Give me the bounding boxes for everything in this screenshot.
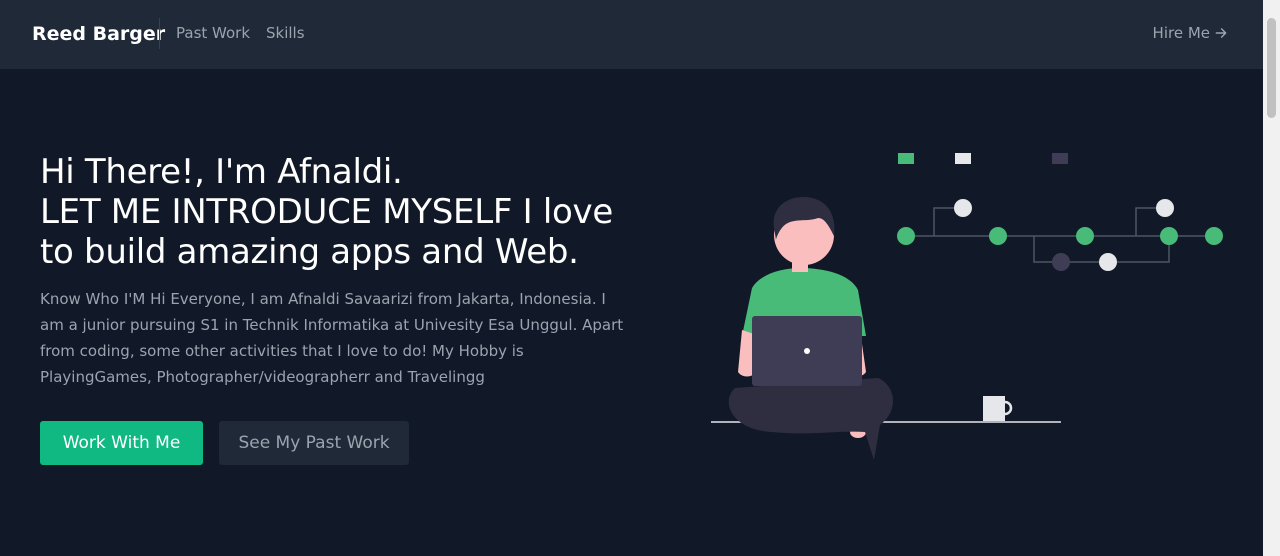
brand-logo[interactable]: Reed Barger (32, 20, 165, 48)
work-with-me-button[interactable]: Work With Me (40, 421, 203, 465)
person-with-laptop (728, 197, 893, 460)
coffee-mug-icon (983, 396, 1013, 421)
hire-me-button[interactable]: Hire Me (1153, 22, 1228, 44)
nav-link-skills[interactable]: Skills (266, 22, 305, 44)
network-diagram (897, 153, 1223, 271)
developer-illustration (711, 153, 1223, 460)
nav-link-past-work[interactable]: Past Work (176, 22, 250, 44)
scrollbar-thumb[interactable] (1267, 18, 1276, 118)
top-navbar: Reed Barger Past Work Skills Hire Me (0, 0, 1263, 69)
hire-me-label: Hire Me (1152, 24, 1210, 42)
see-past-work-button[interactable]: See My Past Work (219, 421, 409, 465)
hero-title-line-2: LET ME INTRODUCE MYSELF I love (40, 192, 613, 232)
arrow-right-icon (1215, 28, 1227, 38)
hero-title: Hi There!, I'm Afnaldi. LET ME INTRODUCE… (40, 152, 660, 272)
page-scrollbar[interactable] (1263, 0, 1280, 556)
hero-description: Know Who I'M Hi Everyone, I am Afnaldi S… (40, 290, 624, 386)
nav-divider (159, 18, 160, 49)
hero-title-line-3: to build amazing apps and Web. (40, 232, 579, 272)
hero-title-line-1: Hi There!, I'm Afnaldi. (40, 152, 403, 192)
